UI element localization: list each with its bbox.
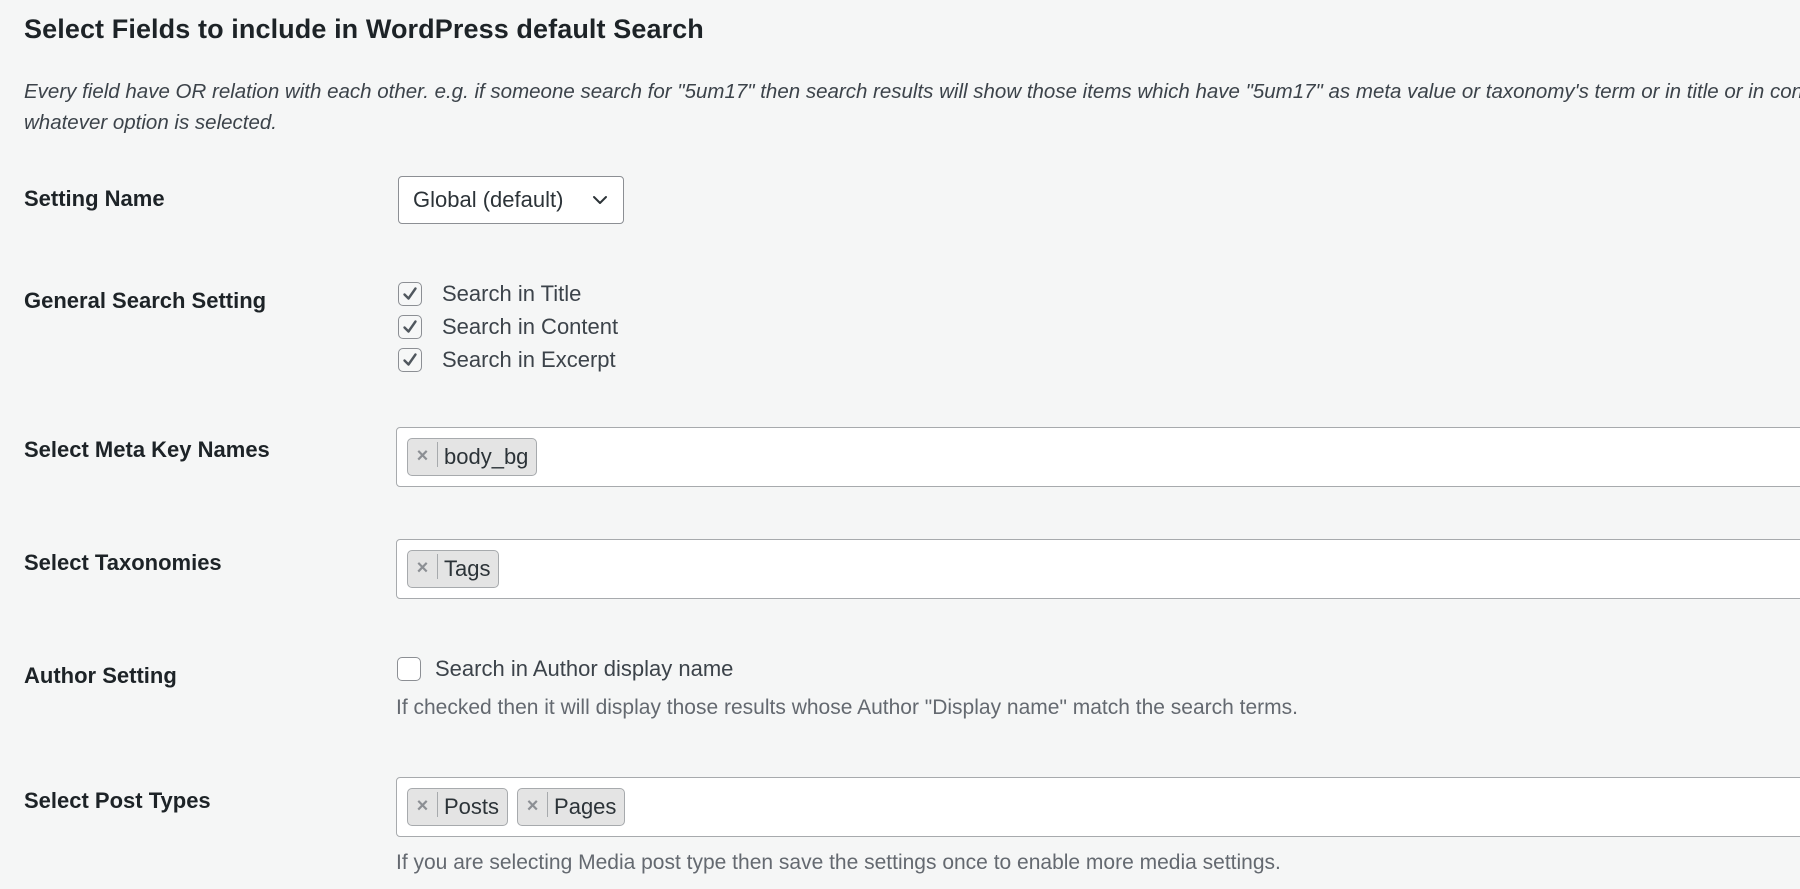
- search-in-author-label: Search in Author display name: [435, 656, 734, 681]
- search-in-content-label: Search in Content: [442, 314, 619, 339]
- setting-name-select[interactable]: Global (default): [398, 176, 624, 224]
- checkmark-icon: [403, 353, 417, 366]
- author-help-text: If checked then it will display those re…: [396, 696, 1298, 719]
- search-in-excerpt-label: Search in Excerpt: [442, 347, 616, 372]
- tag-label: Pages: [554, 794, 617, 819]
- tag-pages: × Pages: [517, 788, 626, 826]
- tag-posts: × Posts: [407, 788, 509, 826]
- tag-tags: × Tags: [407, 550, 500, 588]
- general-search-setting-label: General Search Setting: [24, 288, 267, 313]
- setting-name-label: Setting Name: [24, 186, 165, 211]
- page-description: Every field have OR relation with each o…: [24, 80, 1800, 134]
- tag-label: Posts: [444, 794, 500, 819]
- search-in-author-option[interactable]: Search in Author display name: [397, 656, 733, 682]
- remove-tag-icon[interactable]: ×: [408, 442, 438, 467]
- remove-tag-icon[interactable]: ×: [408, 554, 438, 579]
- tag-label: Tags: [444, 556, 491, 581]
- remove-tag-icon[interactable]: ×: [518, 792, 549, 817]
- tag-label: body_bg: [444, 444, 529, 469]
- setting-name-selected-value: Global (default): [413, 187, 564, 212]
- checkmark-icon: [403, 320, 417, 333]
- page-title: Select Fields to include in WordPress de…: [24, 14, 704, 44]
- search-in-content-checkbox[interactable]: [398, 315, 422, 339]
- post-types-label: Select Post Types: [24, 788, 211, 813]
- search-in-excerpt-checkbox[interactable]: [398, 348, 422, 372]
- checkmark-icon: [403, 287, 417, 300]
- search-in-content-option[interactable]: Search in Content: [398, 314, 618, 340]
- author-setting-label: Author Setting: [24, 663, 177, 688]
- meta-key-names-label: Select Meta Key Names: [24, 437, 270, 462]
- tag-body-bg: × body_bg: [407, 438, 538, 476]
- remove-tag-icon[interactable]: ×: [408, 792, 438, 817]
- taxonomies-label: Select Taxonomies: [24, 550, 222, 575]
- search-in-author-checkbox[interactable]: [397, 657, 421, 681]
- chevron-down-icon: [593, 196, 607, 204]
- search-in-title-label: Search in Title: [442, 281, 582, 306]
- search-in-title-checkbox[interactable]: [398, 282, 422, 306]
- meta-key-names-input[interactable]: × body_bg: [396, 427, 1800, 487]
- post-types-input[interactable]: × Posts × Pages: [396, 777, 1800, 837]
- search-in-excerpt-option[interactable]: Search in Excerpt: [398, 347, 616, 373]
- taxonomies-input[interactable]: × Tags: [396, 539, 1800, 599]
- search-in-title-option[interactable]: Search in Title: [398, 281, 581, 307]
- post-types-help-text: If you are selecting Media post type the…: [396, 851, 1281, 874]
